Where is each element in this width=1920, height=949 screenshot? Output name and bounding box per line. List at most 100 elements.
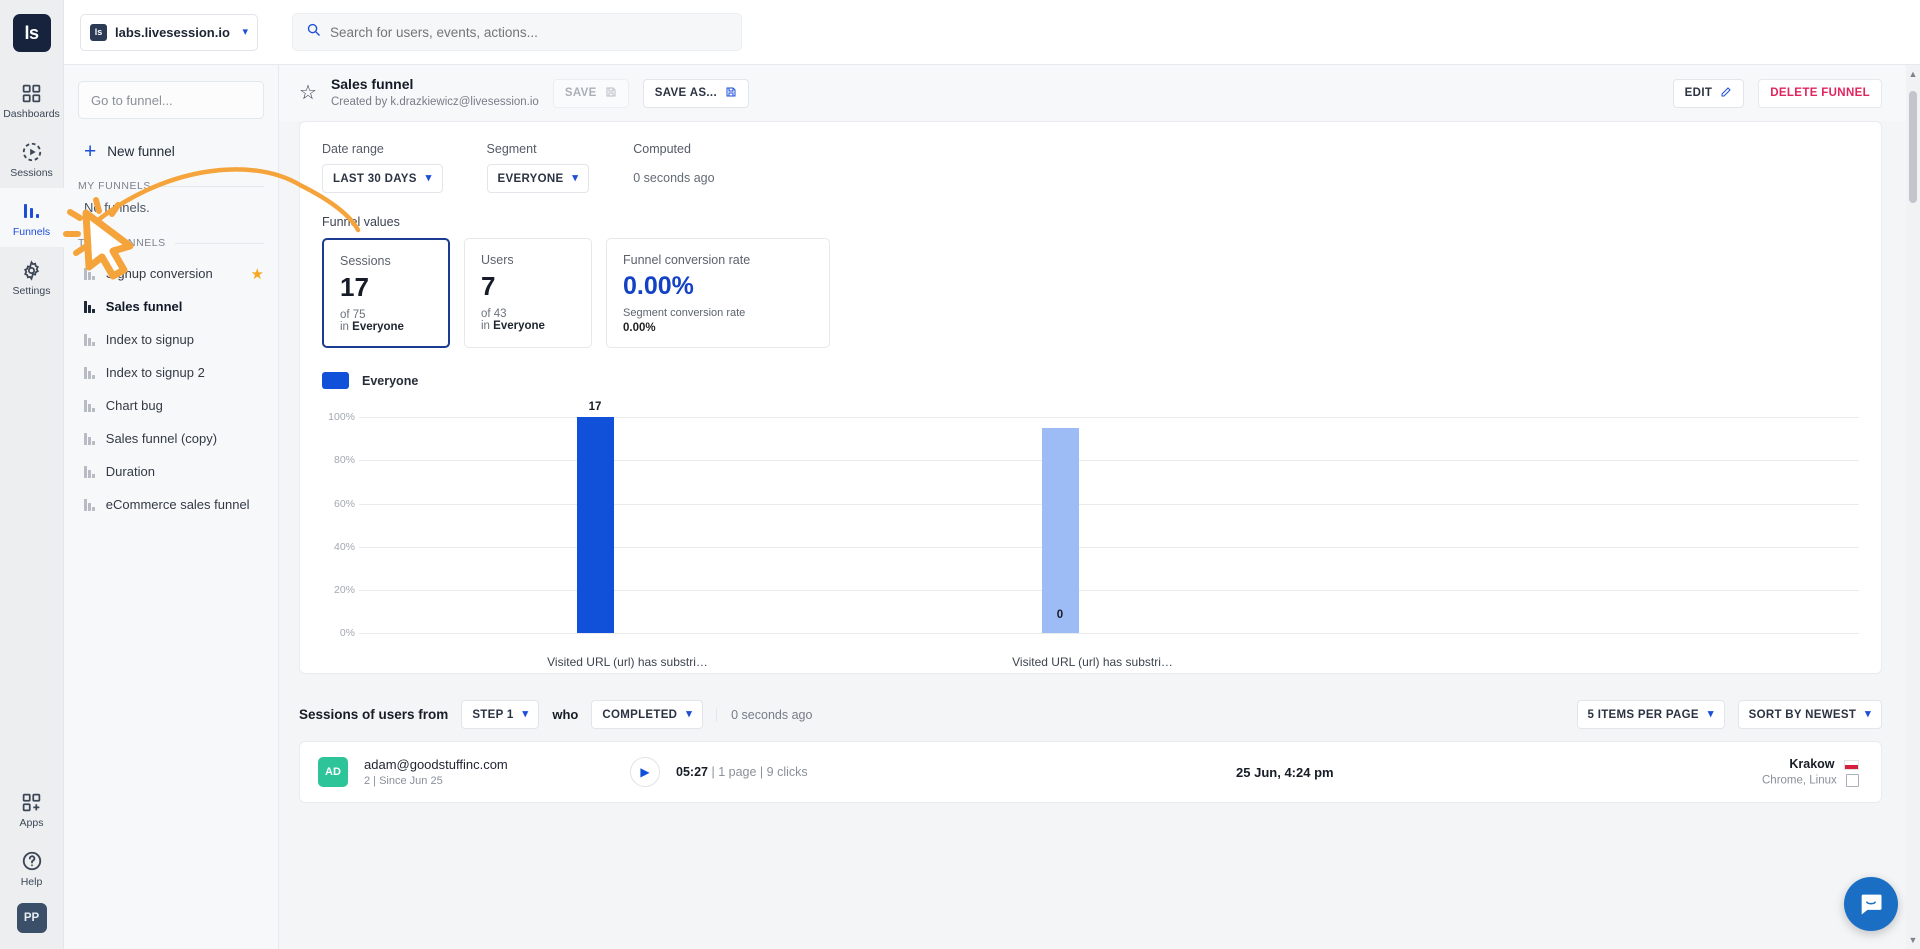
bar-step-2[interactable]	[1042, 428, 1079, 633]
star-outline-icon[interactable]: ☆	[299, 83, 317, 103]
y-tick-80: 80%	[322, 454, 355, 466]
search-icon	[306, 22, 321, 42]
funnel-bar-chart: 17 0 100% 80% 60% 40% 20% 0% Visited	[322, 405, 1859, 655]
play-button[interactable]: ▶	[630, 757, 660, 787]
status-select[interactable]: COMPLETED ▾	[591, 700, 703, 729]
controls-row: Date range LAST 30 DAYS ▾ Segment EVERYO…	[322, 142, 1859, 193]
date-range-control: Date range LAST 30 DAYS ▾	[322, 142, 443, 193]
date-range-label: Date range	[322, 142, 443, 156]
new-funnel-button[interactable]: + New funnel	[84, 141, 264, 162]
kpi-value: 0.00%	[623, 273, 813, 299]
funnel-card: Date range LAST 30 DAYS ▾ Segment EVERYO…	[299, 121, 1882, 674]
session-email: adam@goodstuffinc.com	[364, 757, 614, 772]
funnel-icon	[84, 333, 95, 346]
pencil-icon	[1720, 86, 1732, 101]
global-search[interactable]	[292, 13, 742, 51]
list-item[interactable]: Duration	[78, 455, 264, 488]
intercom-launcher[interactable]	[1844, 877, 1898, 931]
sort-select[interactable]: SORT BY NEWEST ▾	[1738, 700, 1882, 729]
scroll-up-arrow[interactable]: ▲	[1906, 69, 1920, 79]
rail-item-sessions[interactable]: Sessions	[0, 129, 64, 188]
session-clicks: 9 clicks	[767, 765, 808, 779]
delete-funnel-button[interactable]: DELETE FUNNEL	[1758, 79, 1882, 108]
primary-nav-rail: ls Dashboards Sessions	[0, 0, 64, 949]
bar-step-1[interactable]	[577, 417, 614, 633]
save-button[interactable]: SAVE	[553, 79, 629, 108]
rail-label-settings: Settings	[0, 285, 64, 297]
kpi-label: Funnel conversion rate	[623, 253, 813, 267]
main-scroll-area: ☆ Sales funnel Created by k.drazkiewicz@…	[279, 65, 1906, 949]
funnel-name: eCommerce sales funnel	[106, 497, 264, 512]
funnel-icon	[84, 498, 95, 511]
kpi-conversion-rate[interactable]: Funnel conversion rate 0.00% Segment con…	[606, 238, 830, 348]
rail-item-apps[interactable]: Apps	[0, 779, 64, 838]
kpi-sub: Segment conversion rate 0.00%	[623, 307, 813, 334]
plus-icon: +	[84, 141, 96, 162]
segment-label: Segment	[487, 142, 590, 156]
chart-legend[interactable]: Everyone	[322, 372, 1859, 389]
star-filled-icon[interactable]: ★	[251, 265, 264, 283]
y-tick-40: 40%	[322, 541, 355, 553]
chevron-down-icon: ▾	[572, 173, 578, 184]
avatar[interactable]: PP	[17, 903, 47, 933]
list-item[interactable]: Signup conversion ★	[78, 257, 264, 290]
session-stats: 05:27 | 1 page | 9 clicks	[676, 765, 808, 779]
bar-value-1: 17	[577, 401, 614, 413]
edit-button[interactable]: EDIT	[1673, 79, 1745, 108]
goto-funnel-input[interactable]: Go to funnel...	[78, 81, 264, 119]
legend-swatch	[322, 372, 349, 389]
segment-conversion-value: 0.00%	[623, 322, 813, 334]
scroll-down-arrow[interactable]: ▼	[1906, 935, 1920, 945]
session-date: 25 Jun, 4:24 pm	[1236, 765, 1334, 780]
kpi-value: 17	[340, 274, 432, 301]
chevron-down-icon: ▾	[1708, 709, 1714, 720]
computed-value: 0 seconds ago	[633, 164, 714, 193]
kpi-sub-of: of 75	[340, 309, 366, 321]
segment-select[interactable]: EVERYONE ▾	[487, 164, 590, 193]
my-funnels-header: MY FUNNELS	[78, 180, 264, 192]
table-row[interactable]: AD adam@goodstuffinc.com 2 | Since Jun 2…	[299, 741, 1882, 803]
step-select[interactable]: STEP 1 ▾	[461, 700, 539, 729]
site-name: labs.livesession.io	[115, 25, 234, 40]
list-item[interactable]: Index to signup 2	[78, 356, 264, 389]
scrollbar-thumb[interactable]	[1909, 91, 1917, 203]
vertical-scrollbar[interactable]: ▲ ▼	[1906, 65, 1920, 949]
segment-control: Segment EVERYONE ▾	[487, 142, 590, 193]
list-item[interactable]: eCommerce sales funnel	[78, 488, 264, 521]
date-range-select[interactable]: LAST 30 DAYS ▾	[322, 164, 443, 193]
list-item[interactable]: Index to signup	[78, 323, 264, 356]
page-title: Sales funnel	[331, 76, 539, 94]
kpi-sessions[interactable]: Sessions 17 of 75 in Everyone	[322, 238, 450, 348]
my-funnels-label: MY FUNNELS	[78, 180, 151, 192]
rail-item-funnels[interactable]: Funnels	[0, 188, 64, 247]
step-value: STEP 1	[472, 709, 513, 721]
floppy-icon	[725, 86, 737, 101]
body: Go to funnel... + New funnel MY FUNNELS …	[64, 65, 1920, 949]
sessions-computed: 0 seconds ago	[716, 708, 812, 722]
flag-icon	[1844, 760, 1859, 770]
list-item[interactable]: Chart bug	[78, 389, 264, 422]
floppy-icon	[605, 86, 617, 101]
save-as-label: SAVE AS...	[655, 87, 717, 99]
kpi-sub-segment: Everyone	[493, 320, 545, 332]
chevron-down-icon: ▾	[686, 709, 692, 720]
rail-item-help[interactable]: Help	[0, 838, 64, 897]
list-item[interactable]: Sales funnel (copy)	[78, 422, 264, 455]
app-root: ls Dashboards Sessions	[0, 0, 1920, 949]
kpi-users[interactable]: Users 7 of 43 in Everyone	[464, 238, 592, 348]
items-per-page-select[interactable]: 5 ITEMS PER PAGE ▾	[1577, 700, 1725, 729]
app-logo[interactable]: ls	[13, 14, 51, 52]
kpi-row: Sessions 17 of 75 in Everyone Users	[322, 238, 1859, 348]
funnel-values-title: Funnel values	[322, 215, 1859, 229]
date-range-value: LAST 30 DAYS	[333, 173, 417, 185]
session-user-block: adam@goodstuffinc.com 2 | Since Jun 25	[364, 757, 614, 787]
site-selector[interactable]: ls labs.livesession.io ▾	[80, 14, 258, 51]
save-label: SAVE	[565, 87, 597, 99]
list-item[interactable]: Sales funnel	[78, 290, 264, 323]
kpi-label: Sessions	[340, 254, 432, 268]
save-as-button[interactable]: SAVE AS...	[643, 79, 749, 108]
kpi-sub-of: of 43	[481, 308, 507, 320]
search-input[interactable]	[330, 25, 728, 40]
rail-item-dashboards[interactable]: Dashboards	[0, 70, 64, 129]
rail-item-settings[interactable]: Settings	[0, 247, 64, 306]
